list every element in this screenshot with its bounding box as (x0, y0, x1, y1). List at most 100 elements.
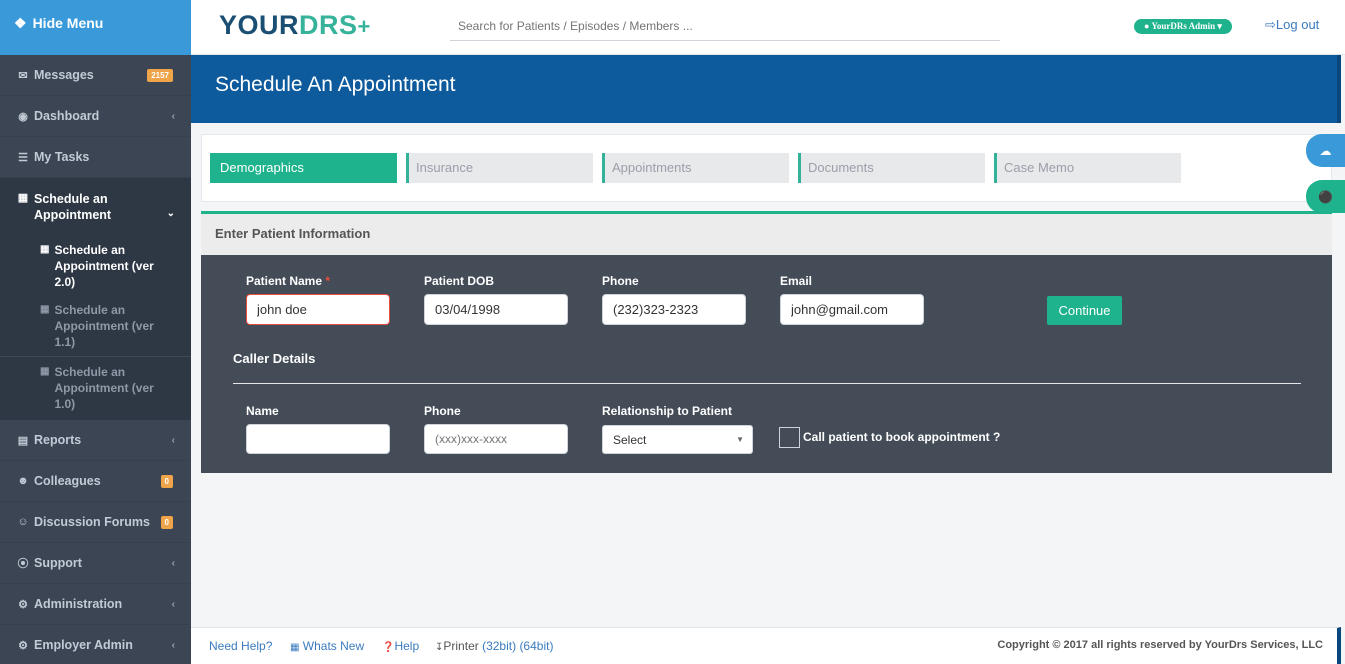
chevron-left-icon: ‹ (171, 557, 175, 569)
caret-down-icon: ▾ (1217, 21, 1222, 31)
caller-divider (233, 383, 1301, 384)
relationship-select[interactable]: Select ▼ (602, 425, 753, 454)
footer: Need Help? ▦ Whats New ❓Help ↧Printer (3… (191, 627, 1341, 664)
sidebar-item-colleagues[interactable]: ☻ Colleagues 0 (0, 461, 191, 502)
sidebar-item-employer-admin[interactable]: ⚙ Employer Admin ‹ (0, 625, 191, 664)
call-patient-checkbox[interactable] (779, 427, 800, 448)
need-help-link[interactable]: Need Help? (209, 639, 272, 653)
sidebar-item-label: My Tasks (34, 150, 90, 164)
notification-button[interactable]: ⚫ (1306, 180, 1345, 213)
logo-text-drs: DRS (299, 10, 358, 40)
printer-64bit-link[interactable]: (64bit) (519, 639, 553, 653)
sidebar-item-label: Employer Admin (34, 638, 133, 652)
caller-details-title: Caller Details (233, 351, 316, 366)
printer-section: ↧Printer (32bit) (64bit) (435, 639, 553, 653)
logo-plus-icon: + (357, 14, 371, 39)
patient-dob-label: Patient DOB (424, 274, 495, 288)
logout-icon: ⇨ (1265, 17, 1276, 32)
search-input[interactable] (450, 12, 1000, 41)
sidebar-item-dashboard[interactable]: ◉ Dashboard ‹ (0, 96, 191, 137)
sidebar-item-label: Schedule an Appointment (34, 192, 112, 222)
sidebar: ❖ Hide Menu ✉ Messages 2157 ◉ Dashboard … (0, 0, 191, 664)
sidebar-item-discussion-forums[interactable]: ☺ Discussion Forums 0 (0, 502, 191, 543)
chat-button[interactable]: ☁ (1306, 134, 1345, 167)
sidebar-subitem-label: Schedule an Appointment (ver 1.0) (54, 365, 154, 411)
relationship-select-value: Select (613, 433, 647, 447)
document-icon: ▦ (40, 366, 50, 377)
page-header: Schedule An Appointment (191, 55, 1341, 123)
patient-dob-input[interactable] (424, 294, 568, 325)
document-icon: ▦ (290, 642, 300, 653)
admin-user-dropdown[interactable]: ● YourDRs Admin ▾ (1134, 19, 1232, 34)
user-icon: ● (1144, 21, 1150, 31)
caller-name-input[interactable] (246, 424, 390, 454)
chevron-left-icon: ‹ (171, 598, 175, 610)
sidebar-item-label: Messages (34, 68, 94, 82)
hide-menu-label: Hide Menu (32, 15, 104, 31)
sidebar-item-label: Colleagues (34, 474, 101, 488)
sidebar-subitem-label: Schedule an Appointment (ver 2.0) (54, 243, 154, 289)
patient-name-input[interactable] (246, 294, 390, 325)
chevron-left-icon: ‹ (171, 639, 175, 651)
patient-name-label: Patient Name * (246, 274, 330, 288)
hide-menu-button[interactable]: ❖ Hide Menu (0, 0, 191, 55)
lifebuoy-icon: ⦿ (17, 558, 29, 570)
hide-menu-icon: ❖ (14, 15, 27, 31)
sidebar-item-reports[interactable]: ▤ Reports ‹ (0, 420, 191, 461)
sidebar-item-label: Support (34, 556, 82, 570)
question-icon: ❓ (382, 642, 395, 653)
printer-32bit-link[interactable]: (32bit) (482, 639, 516, 653)
tab-case-memo[interactable]: Case Memo (994, 153, 1181, 183)
sidebar-item-my-tasks[interactable]: ☰ My Tasks (0, 137, 191, 178)
caller-name-label: Name (246, 404, 279, 418)
admin-user-label: YourDRs Admin (1151, 21, 1216, 31)
whats-new-link[interactable]: ▦ Whats New (290, 639, 364, 653)
tab-appointments[interactable]: Appointments (602, 153, 789, 183)
sidebar-item-administration[interactable]: ⚙ Administration ‹ (0, 584, 191, 625)
whats-new-label: Whats New (302, 639, 365, 653)
call-patient-label: Call patient to book appointment ? (803, 430, 1001, 444)
tab-demographics[interactable]: Demographics (210, 153, 397, 183)
bar-chart-icon: ▤ (17, 434, 29, 447)
list-icon: ☰ (18, 151, 28, 164)
document-icon: ▦ (40, 304, 50, 315)
chat-icon: ☁ (1319, 143, 1332, 158)
logo-text-your: YOUR (219, 10, 300, 40)
yourdrs-logo[interactable]: YOURDRS+ (219, 10, 371, 41)
chevron-down-icon: ⌄ (166, 208, 175, 219)
relationship-label: Relationship to Patient (602, 404, 733, 418)
users-icon: ☻ (17, 475, 29, 487)
logout-label: Log out (1275, 17, 1320, 32)
patient-email-input[interactable] (780, 294, 924, 325)
caller-phone-input[interactable] (424, 424, 568, 454)
sidebar-item-support[interactable]: ⦿ Support ‹ (0, 543, 191, 584)
patient-phone-input[interactable] (602, 294, 746, 325)
panel-body: Patient Name * Patient DOB Phone Email C… (201, 255, 1332, 473)
tab-documents[interactable]: Documents (798, 153, 985, 183)
help-link[interactable]: ❓Help (382, 639, 419, 653)
top-bar: YOURDRS+ ● YourDRs Admin ▾ ⇨Log out (191, 0, 1345, 55)
envelope-icon: ✉ (18, 69, 28, 82)
sidebar-item-schedule[interactable]: ▦ Schedule an Appointment ⌄ (0, 178, 191, 236)
page-title: Schedule An Appointment (215, 73, 456, 96)
dashboard-icon: ◉ (18, 110, 28, 123)
sidebar-subitem-schedule-v10[interactable]: ▦ Schedule an Appointment (ver 1.0) (0, 356, 191, 420)
continue-button[interactable]: Continue (1047, 296, 1122, 325)
required-mark: * (325, 274, 331, 288)
document-icon: ▦ (17, 192, 29, 204)
sidebar-subitem-schedule-v11[interactable]: ▦ Schedule an Appointment (ver 1.1) (0, 296, 191, 356)
tab-insurance[interactable]: Insurance (406, 153, 593, 183)
chevron-left-icon: ‹ (171, 110, 175, 122)
logout-link[interactable]: ⇨Log out (1265, 17, 1319, 33)
smile-icon: ☺ (17, 516, 29, 528)
caller-phone-label: Phone (424, 404, 461, 418)
gear-icon: ⚙ (18, 598, 28, 611)
forums-badge: 0 (160, 515, 173, 529)
sidebar-item-label: Reports (34, 433, 82, 447)
patient-phone-label: Phone (602, 274, 639, 288)
sidebar-item-messages[interactable]: ✉ Messages 2157 (0, 55, 191, 96)
patient-email-label: Email (780, 274, 813, 288)
sidebar-subitem-schedule-v20[interactable]: ▦ Schedule an Appointment (ver 2.0) (0, 236, 191, 296)
sidebar-subitem-label: Schedule an Appointment (ver 1.1) (54, 303, 154, 349)
tabs-card: Demographics Insurance Appointments Docu… (201, 134, 1332, 202)
